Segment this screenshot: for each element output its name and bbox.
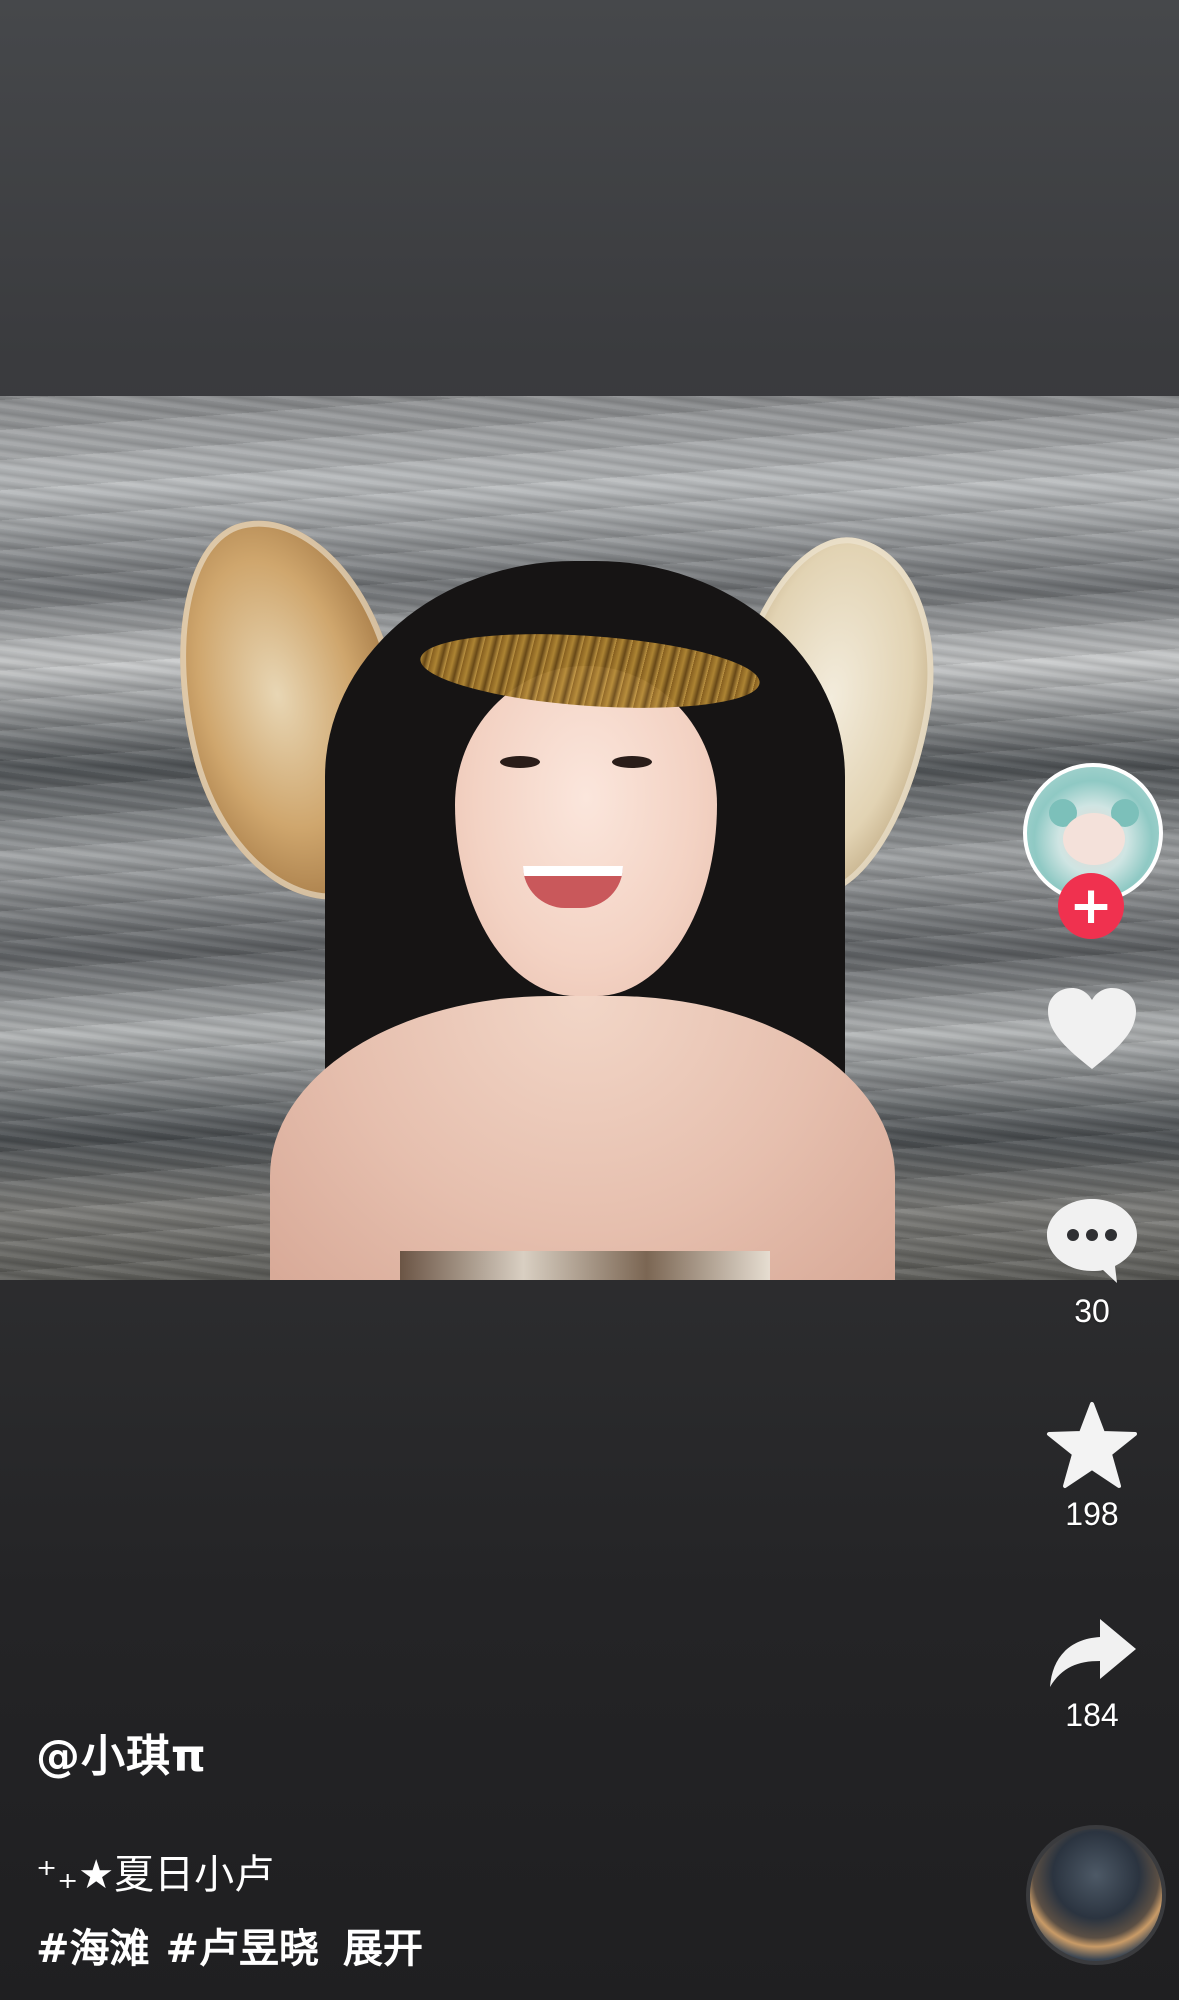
music-disc[interactable]	[1026, 1825, 1166, 1965]
hashtag-line: #海滩 #卢昱晓 展开	[36, 1916, 976, 1974]
follow-button[interactable]: +	[1058, 873, 1124, 939]
heart-icon	[1048, 988, 1136, 1069]
creator-avatar-block: +	[1020, 760, 1164, 940]
post-description: ⁺₊★夏日小卢	[36, 1852, 275, 1898]
comment-count: 30	[1074, 1293, 1110, 1329]
share-count: 184	[1065, 1697, 1119, 1733]
hashtag-person[interactable]: #卢昱晓	[166, 1926, 320, 1972]
star-icon	[1047, 1402, 1137, 1488]
left-eye	[500, 756, 540, 768]
share-icon	[1050, 1619, 1136, 1687]
author-handle[interactable]: @小琪π	[36, 1720, 976, 1784]
video-player[interactable]	[0, 396, 1179, 1280]
expand-button[interactable]: 展开	[343, 1926, 423, 1972]
video-feed-screen: + 30 198 184 @小琪π ⁺₊★夏日小卢 #海滩 #卢昱晓 展开	[0, 0, 1179, 2000]
comment-icon	[1047, 1199, 1137, 1283]
bear-face	[1063, 813, 1125, 865]
plus-icon: +	[1069, 876, 1113, 936]
right-eye	[612, 756, 652, 768]
post-caption: @小琪π ⁺₊★夏日小卢 #海滩 #卢昱晓 展开	[36, 1720, 976, 1974]
favorite-count: 198	[1065, 1496, 1119, 1532]
swimsuit	[400, 1251, 770, 1280]
comment-button[interactable]: 30	[1020, 1195, 1164, 1330]
like-button[interactable]	[1020, 985, 1164, 1079]
hashtag-beach[interactable]: #海滩	[36, 1926, 150, 1972]
share-button[interactable]: 184	[1020, 1615, 1164, 1734]
favorite-button[interactable]: 198	[1020, 1400, 1164, 1533]
